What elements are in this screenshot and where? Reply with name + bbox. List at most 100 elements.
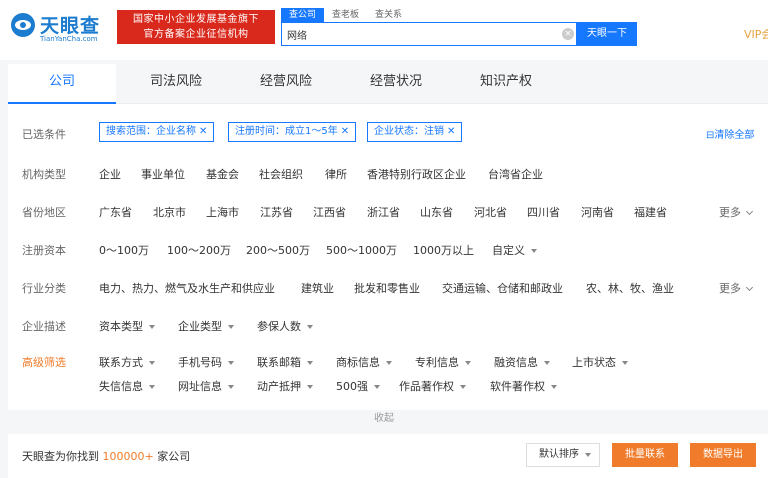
search-button[interactable]: 天眼一下	[577, 22, 637, 46]
org-option[interactable]: 企业	[99, 166, 121, 182]
tab-ip[interactable]: 知识产权	[456, 64, 556, 104]
close-icon[interactable]: ✕	[199, 126, 207, 137]
email-dropdown[interactable]: 联系邮箱	[257, 354, 313, 370]
category-tabs: 公司 司法风险 经营风险 经营状况 知识产权	[8, 64, 768, 104]
province-option[interactable]: 北京市	[153, 204, 186, 220]
capital-option[interactable]: 500～1000万	[326, 242, 397, 258]
capital-option[interactable]: 0～100万	[99, 242, 149, 258]
chip-search-scope[interactable]: 搜索范围：企业名称 ✕	[99, 122, 215, 142]
search-tab-boss[interactable]: 查老板	[324, 8, 367, 22]
dishonest-dropdown[interactable]: 失信信息	[99, 378, 155, 394]
filter-panel: 公司 司法风险 经营风险 经营状况 知识产权 已选条件 搜索范围：企业名称 ✕ 注…	[8, 64, 768, 410]
search-tab-company[interactable]: 查公司	[281, 8, 325, 22]
chip-text: 企业状态：注销	[374, 126, 444, 137]
top500-dropdown[interactable]: 500强	[336, 378, 380, 394]
logo[interactable]: 天眼查 TianYanCha.com	[10, 9, 110, 45]
result-count: 100000+	[102, 450, 154, 463]
close-icon[interactable]: ✕	[447, 126, 455, 137]
capital-option[interactable]: 200～500万	[246, 242, 310, 258]
search-input[interactable]	[287, 26, 547, 42]
province-option[interactable]: 江西省	[313, 204, 346, 220]
advanced-filter-label: 高级筛选	[22, 356, 66, 369]
search-tab-relation[interactable]: 查关系	[367, 8, 410, 22]
insured-count-dropdown[interactable]: 参保人数	[257, 318, 313, 334]
close-icon[interactable]: ✕	[341, 126, 349, 137]
industry-row: 行业分类 电力、热力、燃气及水生产和供应业 建筑业 批发和零售业 交通运输、仓储…	[8, 276, 768, 298]
vip-link[interactable]: VIP会员	[744, 26, 768, 42]
tab-company[interactable]: 公司	[8, 64, 116, 104]
contact-dropdown[interactable]: 联系方式	[99, 354, 155, 370]
collapse-button[interactable]: 收起	[0, 410, 768, 428]
mobile-dropdown[interactable]: 手机号码	[178, 354, 234, 370]
selected-label: 已选条件	[22, 128, 66, 141]
works-copyright-dropdown[interactable]: 作品著作权	[399, 378, 466, 394]
tab-judicial-risk[interactable]: 司法风险	[126, 64, 226, 104]
badge-line-1: 国家中小企业发展基金旗下	[133, 14, 259, 25]
software-copyright-dropdown[interactable]: 软件著作权	[490, 378, 557, 394]
chip-company-status[interactable]: 企业状态：注销 ✕	[367, 122, 463, 142]
org-option[interactable]: 台湾省企业	[488, 166, 543, 182]
industry-more-button[interactable]: 更多	[719, 280, 752, 296]
org-option[interactable]: 基金会	[206, 166, 239, 182]
capital-custom-dropdown[interactable]: 自定义	[492, 242, 537, 258]
province-option[interactable]: 上海市	[206, 204, 239, 220]
website-dropdown[interactable]: 网址信息	[178, 378, 234, 394]
org-option[interactable]: 社会组织	[259, 166, 303, 182]
financing-dropdown[interactable]: 融资信息	[494, 354, 550, 370]
logo-eye-icon	[11, 13, 35, 37]
capital-type-dropdown[interactable]: 资本类型	[99, 318, 155, 334]
tab-business-risk[interactable]: 经营风险	[236, 64, 336, 104]
clear-all-button[interactable]: ⊟清除全部	[706, 126, 754, 141]
tab-business-status[interactable]: 经营状况	[346, 64, 446, 104]
result-suffix: 家公司	[157, 450, 191, 463]
official-badge: 国家中小企业发展基金旗下 官方备案企业征信机构	[117, 10, 275, 44]
province-label: 省份地区	[22, 206, 66, 219]
batch-contact-button[interactable]: 批量联系	[612, 443, 678, 467]
province-option[interactable]: 江苏省	[260, 204, 293, 220]
industry-option[interactable]: 批发和零售业	[354, 280, 420, 296]
org-option[interactable]: 律所	[325, 166, 347, 182]
org-option[interactable]: 香港特别行政区企业	[367, 166, 466, 182]
province-option[interactable]: 河南省	[581, 204, 614, 220]
province-option[interactable]: 福建省	[634, 204, 667, 220]
logo-sub: TianYanCha.com	[40, 35, 98, 43]
province-option[interactable]: 四川省	[527, 204, 560, 220]
listing-status-dropdown[interactable]: 上市状态	[572, 354, 628, 370]
logo-name: 天眼查	[40, 15, 101, 37]
capital-option[interactable]: 1000万以上	[413, 242, 474, 258]
chip-text: 搜索范围：企业名称	[106, 126, 196, 137]
industry-option[interactable]: 交通运输、仓储和邮政业	[442, 280, 563, 296]
search-box: ×	[281, 22, 577, 46]
company-type-dropdown[interactable]: 企业类型	[178, 318, 234, 334]
result-bar: 天眼查为你找到 100000+ 家公司 默认排序 批量联系 数据导出	[8, 434, 768, 478]
sort-dropdown[interactable]: 默认排序	[526, 443, 600, 467]
advanced-row-2: 失信信息 网址信息 动产抵押 500强 作品著作权 软件著作权	[8, 374, 768, 396]
chip-register-time[interactable]: 注册时间：成立1～5年 ✕	[228, 122, 357, 142]
province-option[interactable]: 广东省	[99, 204, 132, 220]
clear-all-label: 清除全部	[714, 130, 755, 141]
advanced-row-1: 高级筛选 联系方式 手机号码 联系邮箱 商标信息 专利信息 融资信息 上市状态	[8, 350, 768, 372]
trademark-dropdown[interactable]: 商标信息	[336, 354, 392, 370]
province-more-button[interactable]: 更多	[719, 204, 752, 220]
industry-option[interactable]: 建筑业	[301, 280, 334, 296]
industry-option[interactable]: 电力、热力、燃气及水生产和供应业	[99, 280, 275, 296]
capital-option[interactable]: 100～200万	[167, 242, 231, 258]
result-prefix: 天眼查为你找到	[22, 450, 99, 463]
province-option[interactable]: 河北省	[474, 204, 507, 220]
province-option[interactable]: 山东省	[420, 204, 453, 220]
export-button[interactable]: 数据导出	[690, 443, 756, 467]
province-option[interactable]: 浙江省	[367, 204, 400, 220]
result-summary: 天眼查为你找到 100000+ 家公司	[22, 448, 190, 464]
patent-dropdown[interactable]: 专利信息	[415, 354, 471, 370]
chattel-mortgage-dropdown[interactable]: 动产抵押	[257, 378, 313, 394]
description-row: 企业描述 资本类型 企业类型 参保人数	[8, 314, 768, 336]
chip-text: 注册时间：成立1～5年	[235, 126, 338, 137]
industry-option[interactable]: 农、林、牧、渔业	[586, 280, 674, 296]
clear-search-icon[interactable]: ×	[562, 28, 574, 40]
org-option[interactable]: 事业单位	[141, 166, 185, 182]
badge-line-2: 官方备案企业征信机构	[143, 29, 249, 40]
top-header: 天眼查 TianYanCha.com 国家中小企业发展基金旗下 官方备案企业征信…	[0, 0, 768, 60]
province-row: 省份地区 广东省 北京市 上海市 江苏省 江西省 浙江省 山东省 河北省 四川省…	[8, 200, 768, 222]
description-label: 企业描述	[22, 320, 66, 333]
org-type-row: 机构类型 企业 事业单位 基金会 社会组织 律所 香港特别行政区企业 台湾省企业	[8, 162, 768, 184]
